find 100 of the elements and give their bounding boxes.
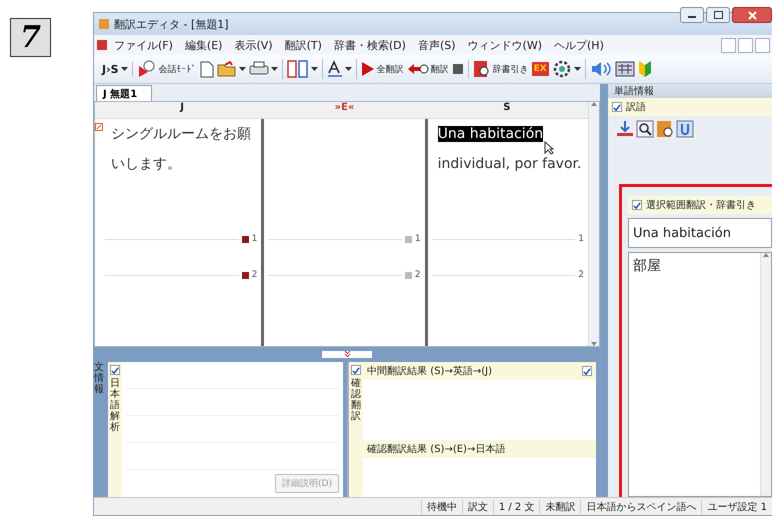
collapse-icon: [344, 351, 350, 357]
column-header: »E«: [334, 102, 356, 115]
status-text: 1 / 2 文: [492, 500, 540, 514]
caret-icon: [238, 67, 246, 71]
checkbox[interactable]: [110, 365, 120, 375]
speech-bubble-icon: [136, 60, 157, 78]
document-menu-icon: [96, 39, 108, 51]
toolbar-button[interactable]: 辞書引き: [472, 59, 530, 79]
caret-icon: [344, 67, 352, 71]
caret-icon: [120, 67, 128, 71]
up-arrow-icon: [763, 253, 769, 257]
menu-item[interactable]: 編集(E): [178, 36, 228, 54]
square-icon: [404, 272, 412, 278]
toolbar-button[interactable]: [326, 59, 353, 79]
dictionary-tool-button[interactable]: [656, 120, 674, 138]
up-arrow-icon: [591, 102, 597, 106]
toolbar-button[interactable]: 全翻訳: [360, 60, 405, 78]
status-text: ユーザ設定 1: [701, 500, 772, 514]
menu-item[interactable]: ファイル(F): [108, 36, 179, 54]
columns-icon: [286, 60, 309, 78]
keyboard-icon: [614, 61, 635, 77]
toolbar-button[interactable]: [614, 60, 636, 78]
line-number: 2: [414, 270, 421, 280]
toolbar-button[interactable]: [216, 60, 247, 78]
flag-icon: [242, 272, 249, 278]
line-number: 2: [252, 270, 258, 280]
panel-title: 単語情報: [608, 84, 772, 98]
result-text: 部屋: [633, 257, 661, 275]
column-header: J: [178, 102, 186, 115]
dictionary-icon: [656, 120, 674, 138]
leaf-icon: [638, 60, 652, 78]
mouse-pointer-icon: [544, 141, 554, 155]
step-number: 7: [10, 18, 51, 57]
column-header: S: [502, 102, 512, 115]
menu-item[interactable]: 表示(V): [228, 36, 279, 54]
sentence-text: Una habitación individual, por favor.: [438, 125, 582, 174]
panel-title: 文情報: [94, 362, 104, 397]
toolbar-button[interactable]: 翻訳: [406, 61, 450, 77]
app-icon: [98, 18, 110, 30]
flag-icon: [242, 236, 249, 242]
close-button[interactable]: [732, 7, 772, 23]
dictionary-icon: [472, 60, 491, 78]
line-number: 1: [252, 234, 258, 244]
line-number: 1: [578, 234, 584, 244]
document-icon: [200, 60, 214, 78]
option-label: 選択範囲翻訳・辞書引き: [646, 198, 756, 212]
scrollbar[interactable]: [760, 253, 771, 496]
caret-icon: [270, 67, 278, 71]
caret-icon: [574, 67, 581, 71]
folder-icon: [216, 61, 237, 77]
checkbox[interactable]: [582, 366, 592, 376]
download-icon: [616, 120, 634, 138]
toolbar-button[interactable]: [450, 62, 465, 76]
toolbar-button[interactable]: [198, 60, 215, 78]
window-title: 翻訳エディタ - [無題1]: [114, 16, 230, 32]
menu-item[interactable]: ヘルプ(H): [548, 36, 610, 54]
edit-icon: [95, 123, 103, 131]
stop-icon: [452, 63, 464, 75]
lookup-field[interactable]: Una habitación: [628, 218, 772, 248]
document-tab[interactable]: J 無題1: [96, 85, 152, 101]
menu-item[interactable]: ウィンドウ(W): [462, 36, 548, 54]
line-number: 1: [414, 234, 421, 244]
user-dictionary-icon: [676, 120, 694, 138]
minimize-button[interactable]: [680, 7, 704, 23]
speaker-icon: [590, 61, 612, 77]
down-arrow-icon: [591, 342, 597, 346]
sentence-text: シングルルームをお願いします。: [111, 125, 252, 174]
square-icon: [404, 236, 412, 242]
play-icon: [360, 61, 375, 77]
checkbox[interactable]: [351, 365, 362, 375]
status-text: 日本語からスペイン語へ: [580, 500, 702, 514]
section-label: 確認翻訳結果 (S)→(E)→日本語: [367, 442, 506, 456]
maximize-icon: [714, 11, 722, 19]
option-label: 訳語: [626, 100, 646, 114]
section-label: 中間翻訳結果 (S)→英語→(J): [367, 364, 492, 378]
menu-item[interactable]: 音声(S): [412, 36, 462, 54]
scrollbar[interactable]: [588, 102, 599, 346]
toolbar-button[interactable]: 会話ﾓｰﾄﾞ: [136, 59, 198, 79]
menu-item[interactable]: 辞書・検索(D): [328, 36, 412, 54]
section-label: 日本語解析: [110, 378, 120, 433]
status-text: 未翻訳: [539, 500, 580, 514]
maximize-button[interactable]: [706, 7, 730, 23]
panel-title: 確認翻訳: [351, 378, 362, 422]
line-number: 2: [578, 270, 584, 280]
status-text: 訳文: [462, 500, 493, 514]
status-text: 待機中: [420, 500, 462, 514]
dictionary-tool-button[interactable]: [636, 120, 654, 138]
toolbar-button[interactable]: J›S: [101, 62, 129, 76]
search-icon: [636, 120, 654, 138]
close-icon: [748, 10, 756, 20]
splitter-handle[interactable]: [322, 351, 372, 358]
caret-icon: [310, 67, 318, 71]
arrow-icon: [406, 62, 429, 76]
menu-item[interactable]: 翻訳(T): [278, 36, 328, 54]
gear-icon: [552, 60, 572, 78]
checkbox[interactable]: [632, 200, 642, 210]
checkbox[interactable]: [612, 102, 622, 112]
font-size-icon: [326, 60, 343, 78]
toolbar-button[interactable]: [286, 59, 319, 79]
printer-icon: [248, 61, 269, 77]
